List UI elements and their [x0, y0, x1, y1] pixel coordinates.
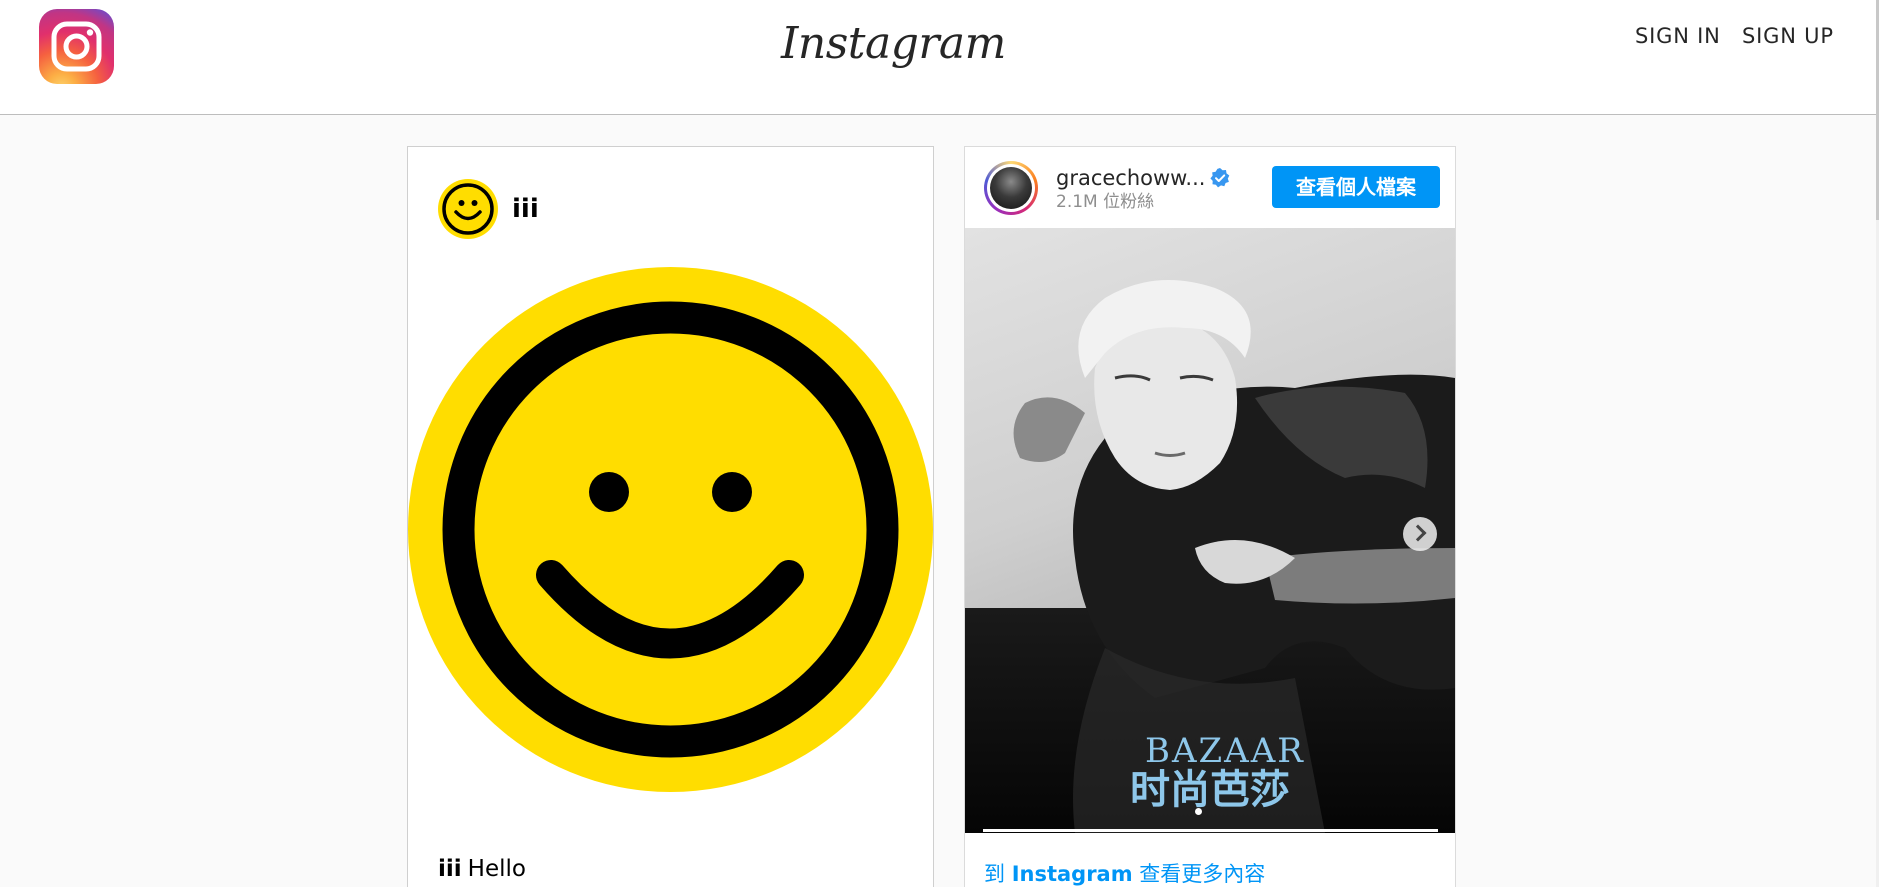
post-card-left: iii iii Hello [407, 146, 934, 887]
top-bar: Instagram SIGN IN SIGN UP [0, 0, 1876, 115]
view-more-on-instagram-link[interactable]: 到 Instagram 查看更多內容 [984, 859, 1265, 887]
sign-in-link[interactable]: SIGN IN [1635, 22, 1721, 50]
post-photo[interactable]: BAZAAR 时尚芭莎 [965, 228, 1455, 833]
carousel-progress-bar [983, 829, 1438, 832]
avatar-ring-inner [987, 164, 1035, 212]
more-link-brand: Instagram [1011, 862, 1133, 886]
page: Instagram SIGN IN SIGN UP iii iiiHello [0, 0, 1879, 887]
post-username[interactable]: iii [512, 191, 539, 227]
carousel-next-button[interactable] [1403, 517, 1437, 551]
profile-username[interactable]: gracechoww... [1056, 164, 1205, 192]
post-caption: iii Hello [438, 853, 526, 885]
profile-photo [990, 167, 1032, 209]
more-link-prefix: 到 [984, 862, 1012, 886]
view-profile-button[interactable]: 查看個人檔案 [1272, 166, 1440, 208]
instagram-logo-icon[interactable] [39, 9, 114, 84]
profile-avatar[interactable] [984, 161, 1038, 215]
caption-text: Hello [467, 856, 526, 882]
user-avatar-smiley-icon[interactable] [438, 179, 498, 239]
chevron-right-icon [1409, 524, 1427, 542]
follower-count: 2.1M 位粉絲 [1056, 192, 1155, 212]
sign-up-link[interactable]: SIGN UP [1742, 22, 1834, 50]
embedded-post-card: gracechoww... 2.1M 位粉絲 查看個人檔案 BAZAAR 时尚芭… [964, 146, 1456, 887]
magazine-title: BAZAAR [1145, 731, 1305, 771]
magazine-subtitle: 时尚芭莎 [1130, 766, 1290, 813]
carousel-dot-active [1195, 808, 1202, 815]
instagram-wordmark[interactable]: Instagram [781, 8, 1006, 80]
caption-username[interactable]: iii [438, 856, 462, 882]
verified-badge-icon [1210, 168, 1230, 188]
smiley-image [408, 267, 933, 792]
more-link-suffix: 查看更多內容 [1132, 862, 1266, 886]
